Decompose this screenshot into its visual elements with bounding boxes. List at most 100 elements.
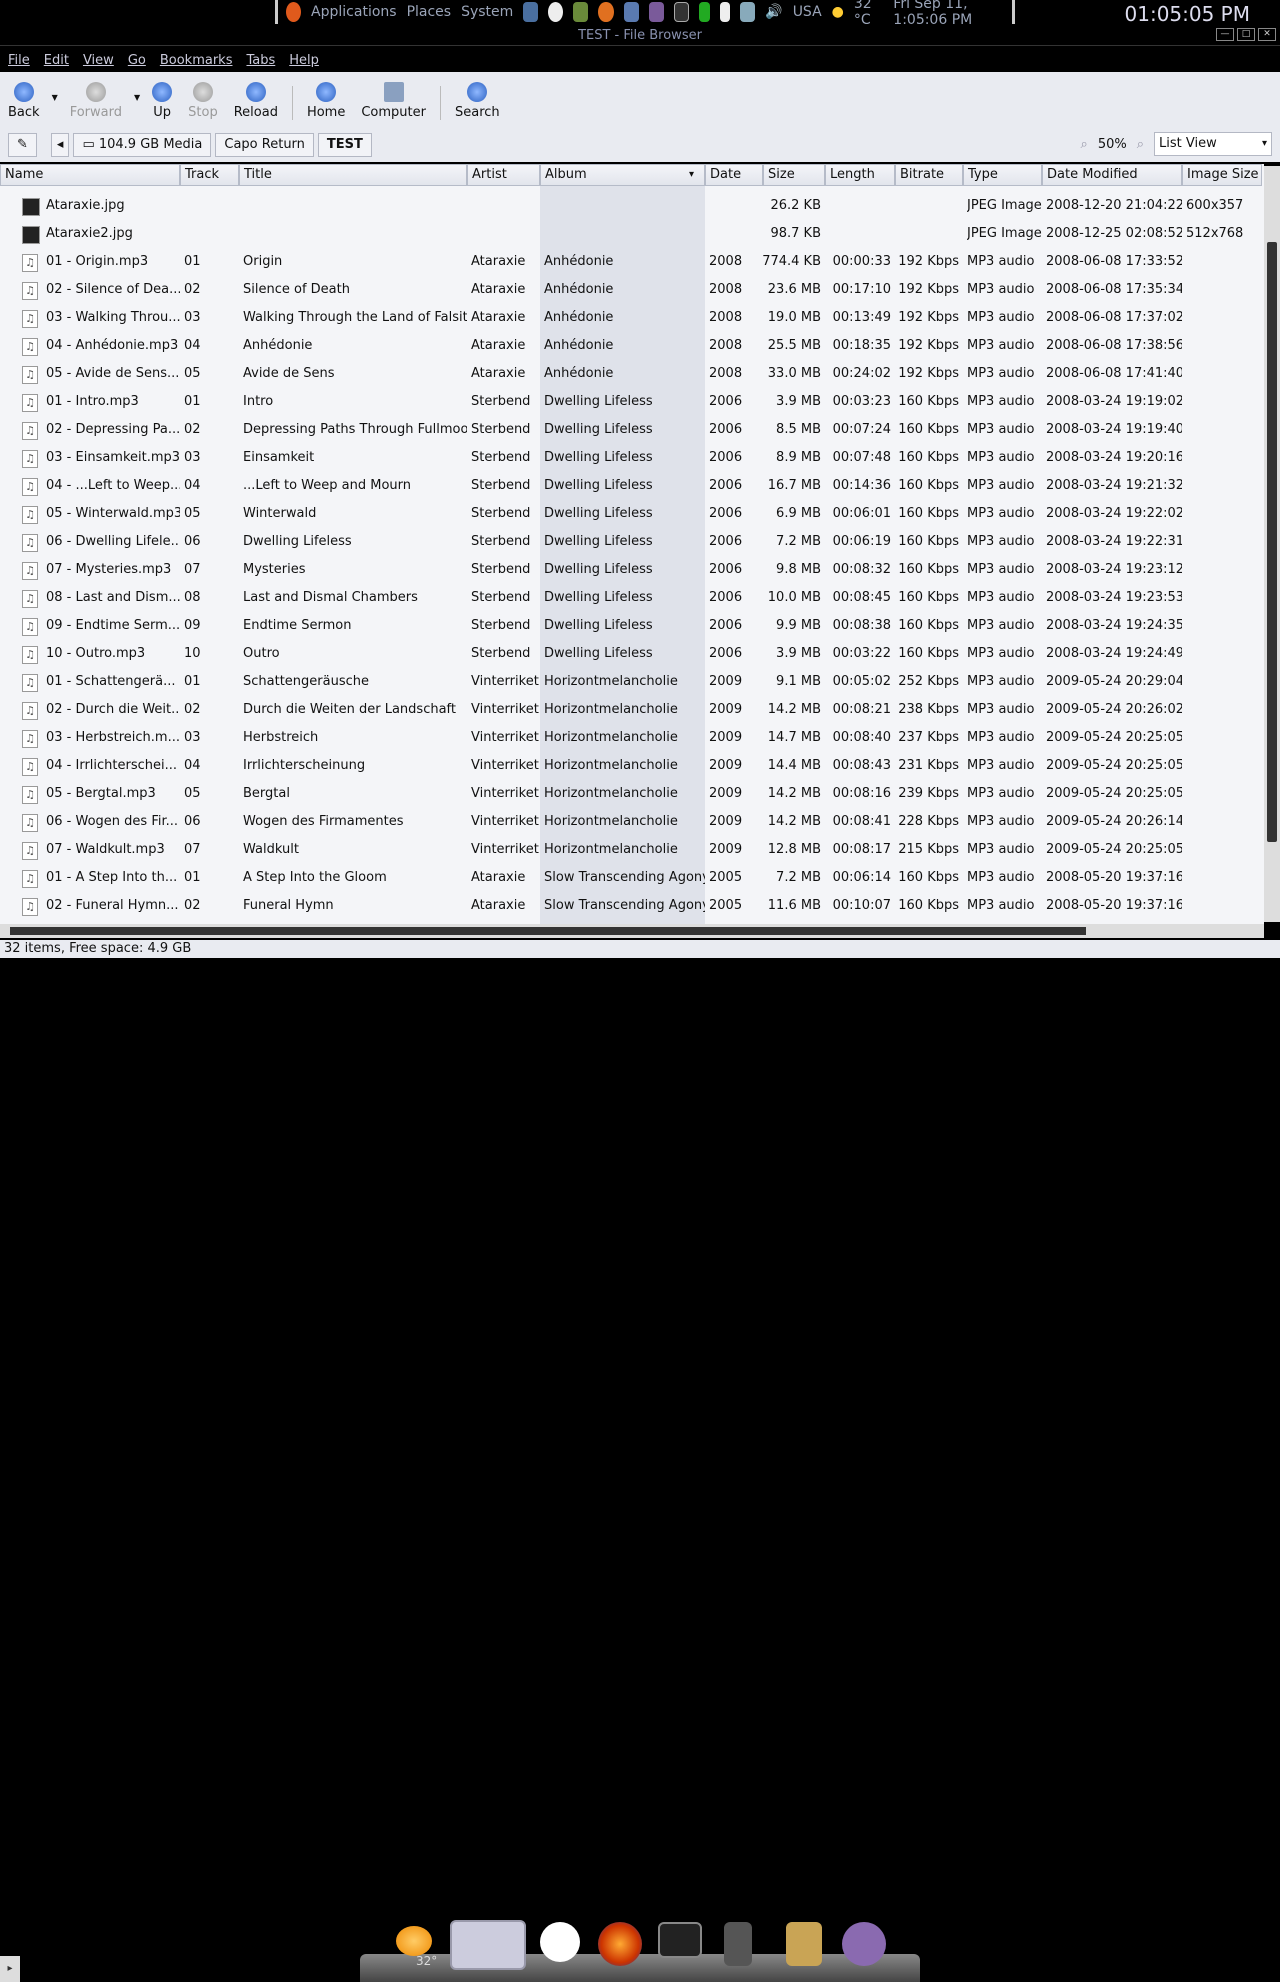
column-header-size[interactable]: Size [763, 164, 825, 186]
pidgin-icon[interactable] [648, 2, 664, 22]
computer-button[interactable]: Computer [361, 82, 426, 120]
menu-view[interactable]: View [83, 53, 114, 68]
up-button[interactable]: Up [152, 82, 173, 120]
ubuntu-logo-icon[interactable] [286, 2, 302, 22]
column-header-album[interactable]: Album ▾ [540, 164, 705, 186]
vertical-scrollbar[interactable] [1264, 166, 1280, 922]
weather-dock-icon[interactable] [396, 1926, 432, 1956]
search-button[interactable]: Search [455, 82, 500, 120]
column-header-bitrate[interactable]: Bitrate [895, 164, 963, 186]
file-row[interactable]: ♫ 03 - Einsamkeit.mp3 03 Einsamkeit Sterbend… [0, 444, 1264, 472]
stop-button[interactable]: Stop [188, 82, 218, 120]
column-header-title[interactable]: Title [239, 164, 467, 186]
column-header-date-modified[interactable]: Date Modified [1042, 164, 1182, 186]
mail-icon[interactable] [623, 2, 639, 22]
show-desktop-button[interactable]: ▸ [0, 1956, 20, 1982]
running-man-icon[interactable] [699, 2, 710, 22]
datetime-label[interactable]: Fri Sep 11, 1:05:06 PM [893, 0, 1012, 28]
forward-button[interactable]: Forward [70, 82, 122, 120]
file-row[interactable]: ♫ 09 - Endtime Serm... 09 Endtime Sermon Ste… [0, 612, 1264, 640]
firefox-icon[interactable] [598, 2, 614, 22]
file-row[interactable]: ♫ 03 - Walking Throu... 03 Walking Through … [0, 304, 1264, 332]
file-row[interactable]: ♫ 06 - Wogen des Fir... 06 Wogen des Firmam… [0, 808, 1264, 836]
eyes-icon[interactable] [548, 2, 564, 22]
menu-system[interactable]: System [461, 4, 513, 20]
back-button[interactable]: Back [8, 82, 40, 120]
toggle-location-entry-button[interactable]: ✎ [8, 133, 37, 157]
file-row[interactable]: ♫ 04 - Irrlichterschei... 04 Irrlichtersche… [0, 752, 1264, 780]
book-icon[interactable] [573, 2, 589, 22]
file-row[interactable]: ♫ 01 - A Step Into th... 01 A Step Into the… [0, 864, 1264, 892]
amarok-icon[interactable] [540, 1922, 580, 1962]
file-row[interactable]: ♫ 02 - Depressing Pa... 02 Depressing Paths… [0, 416, 1264, 444]
reload-button[interactable]: Reload [234, 82, 278, 120]
file-row[interactable]: ♫ 06 - Dwelling Lifele... 06 Dwelling Lifel… [0, 528, 1264, 556]
maximize-button[interactable]: □ [1237, 28, 1255, 41]
file-row[interactable]: ♫ 03 - Herbstreich.m... 03 Herbstreich Vinte… [0, 724, 1264, 752]
pidgin-dock-icon[interactable] [842, 1922, 886, 1966]
menu-file[interactable]: File [8, 53, 30, 68]
close-button[interactable]: ✕ [1258, 28, 1276, 41]
firefox-dock-icon[interactable] [598, 1922, 642, 1966]
weather-label[interactable]: 32 °C [854, 0, 883, 28]
file-list[interactable]: Name Track Title Artist Album ▾ Date Size Length… [0, 164, 1264, 924]
file-row[interactable]: ♫ 01 - Origin.mp3 01 Origin Ataraxie Anhédoni… [0, 248, 1264, 276]
breadcrumb-test[interactable]: TEST [317, 133, 372, 157]
view-selector[interactable]: List View [1154, 132, 1272, 156]
forward-history-dropdown[interactable]: ▼ [134, 93, 140, 102]
file-row[interactable]: ♫ 02 - Funeral Hymn.... 02 Funeral Hymn Atar… [0, 892, 1264, 920]
file-row[interactable]: ♫ 01 - Schattengerä... 01 Schattengeräusche… [0, 668, 1264, 696]
folder-dock-icon[interactable] [786, 1922, 822, 1966]
horizontal-scrollbar[interactable] [0, 924, 1264, 938]
launcher-icon[interactable] [523, 2, 539, 22]
vertical-scroll-thumb[interactable] [1267, 242, 1277, 842]
zoom-level[interactable]: 50% [1098, 137, 1127, 152]
file-row[interactable]: ♫ 05 - Bergtal.mp3 05 Bergtal Vinterriket Hor… [0, 780, 1264, 808]
file-row[interactable]: ♫ 07 - Mysteries.mp3 07 Mysteries Sterbend Dw… [0, 556, 1264, 584]
menu-go[interactable]: Go [128, 53, 146, 68]
menu-edit[interactable]: Edit [44, 53, 69, 68]
back-history-dropdown[interactable]: ▼ [52, 93, 58, 102]
file-row[interactable]: ♫ 02 - Durch die Weit... 02 Durch die Weite… [0, 696, 1264, 724]
breadcrumb-capo-return[interactable]: Capo Return [215, 133, 314, 157]
file-row[interactable]: ♫ 05 - Avide de Sens... 05 Avide de Sens Ata… [0, 360, 1264, 388]
cell-title: Dwelling Lifeless [243, 534, 352, 549]
switch-icon[interactable] [719, 2, 731, 22]
minimize-button[interactable]: — [1216, 28, 1234, 41]
file-row[interactable]: ♫ 04 - Anhédonie.mp3 04 Anhédonie Ataraxie An… [0, 332, 1264, 360]
menu-places[interactable]: Places [407, 4, 452, 20]
file-row[interactable]: ♫ 10 - Outro.mp3 10 Outro Sterbend Dwelling L… [0, 640, 1264, 668]
network-icon[interactable] [740, 2, 756, 22]
column-header-type[interactable]: Type [963, 164, 1042, 186]
zoom-out-icon[interactable]: ⌕ [1081, 137, 1088, 152]
file-row[interactable]: ♫ 04 - ...Left to Weep... 04 ...Left to Wee… [0, 472, 1264, 500]
locale-label[interactable]: USA [793, 4, 822, 20]
menu-bookmarks[interactable]: Bookmarks [160, 53, 233, 68]
file-row[interactable]: Ataraxie.jpg 26.2 KB JPEG Image 2008-12-20 … [0, 192, 1264, 220]
file-row[interactable]: ♫ 05 - Winterwald.mp3 05 Winterwald Sterbend… [0, 500, 1264, 528]
home-button[interactable]: Home [307, 82, 345, 120]
figure-dock-icon[interactable] [724, 1922, 752, 1966]
file-row[interactable]: Ataraxie2.jpg 98.7 KB JPEG Image 2008-12-25… [0, 220, 1264, 248]
column-header-name[interactable]: Name [0, 164, 180, 186]
column-header-image-size[interactable]: Image Size [1182, 164, 1262, 186]
menu-applications[interactable]: Applications [311, 4, 397, 20]
column-header-length[interactable]: Length [825, 164, 895, 186]
terminal-icon[interactable] [673, 2, 690, 22]
menu-tabs[interactable]: Tabs [246, 53, 275, 68]
breadcrumb-media[interactable]: ▭ 104.9 GB Media [73, 133, 212, 157]
menu-help[interactable]: Help [289, 53, 319, 68]
zoom-in-icon[interactable]: ⌕ [1137, 137, 1144, 152]
file-row[interactable]: ♫ 02 - Silence of Dea... 02 Silence of Deat… [0, 276, 1264, 304]
volume-icon[interactable]: 🔊 [765, 4, 782, 20]
path-scroll-left-button[interactable]: ◂ [50, 133, 70, 157]
terminal-dock-icon[interactable] [658, 1922, 702, 1958]
column-header-date[interactable]: Date [705, 164, 763, 186]
column-header-artist[interactable]: Artist [467, 164, 540, 186]
file-row[interactable]: ♫ 01 - Intro.mp3 01 Intro Sterbend Dwelling L… [0, 388, 1264, 416]
dock-stack-icon[interactable] [450, 1920, 526, 1970]
file-row[interactable]: ♫ 07 - Waldkult.mp3 07 Waldkult Vinterriket H… [0, 836, 1264, 864]
file-row[interactable]: ♫ 08 - Last and Dism... 08 Last and Dismal … [0, 584, 1264, 612]
column-header-track[interactable]: Track [180, 164, 239, 186]
horizontal-scroll-thumb[interactable] [10, 927, 1086, 935]
